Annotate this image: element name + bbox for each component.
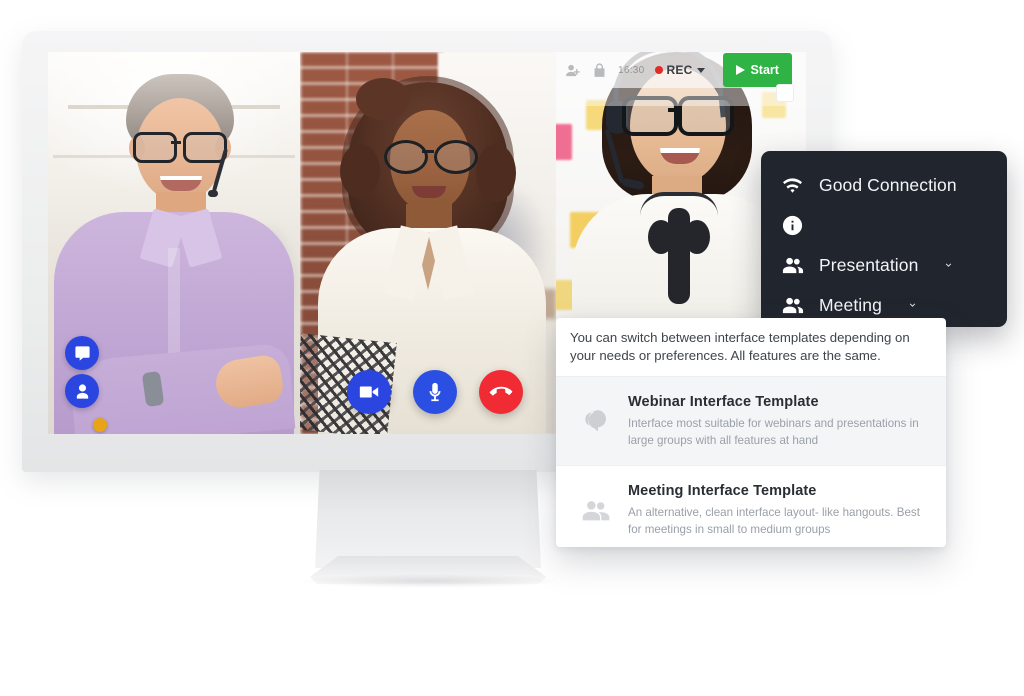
meeting-timer: 16:30 bbox=[618, 64, 645, 76]
presentation-label: Presentation bbox=[819, 254, 919, 275]
templates-description: You can switch between interface templat… bbox=[570, 330, 910, 363]
template-option-webinar[interactable]: Webinar Interface Template Interface mos… bbox=[556, 376, 946, 466]
tile-3-glasses-bridge bbox=[668, 108, 682, 112]
play-icon bbox=[736, 65, 746, 75]
sticky-note bbox=[556, 124, 572, 160]
settings-row-presentation[interactable]: Presentation bbox=[761, 245, 1007, 285]
tile-3-neck-tie bbox=[668, 208, 690, 304]
participants-button[interactable] bbox=[65, 374, 107, 432]
side-action-buttons bbox=[65, 336, 107, 432]
chat-bubbles-icon bbox=[580, 406, 612, 438]
microphone-icon bbox=[429, 382, 441, 402]
tile-1-glasses-bridge bbox=[171, 141, 181, 144]
tile-2-glasses bbox=[384, 140, 478, 174]
monitor-base-shadow bbox=[300, 574, 558, 588]
interface-templates-dropdown: You can switch between interface templat… bbox=[556, 318, 946, 547]
toolbar-chip[interactable] bbox=[776, 84, 794, 102]
chevron-down-icon[interactable] bbox=[697, 67, 706, 73]
info-icon bbox=[781, 214, 804, 237]
template-title: Webinar Interface Template bbox=[628, 394, 819, 411]
tile-2-curl-right bbox=[476, 144, 516, 202]
template-option-meeting[interactable]: Meeting Interface Template An alternativ… bbox=[556, 465, 946, 547]
tile-2-curl-left bbox=[340, 144, 380, 198]
connection-status-label: Good Connection bbox=[819, 174, 957, 195]
settings-row-info[interactable] bbox=[761, 205, 1007, 245]
call-controls bbox=[347, 370, 523, 414]
settings-row-connection[interactable]: Good Connection bbox=[761, 165, 1007, 205]
microphone-button[interactable] bbox=[413, 370, 457, 414]
chevron-down-icon[interactable] bbox=[906, 299, 919, 312]
people-icon bbox=[781, 254, 804, 277]
person-icon bbox=[76, 383, 88, 399]
start-button[interactable]: Start bbox=[723, 53, 792, 87]
notification-badge bbox=[93, 418, 107, 432]
start-label: Start bbox=[750, 63, 779, 77]
people-icon bbox=[781, 294, 804, 317]
chevron-down-icon[interactable] bbox=[942, 259, 955, 272]
meeting-toolbar: 16:30 REC Start bbox=[556, 52, 806, 88]
template-title: Meeting Interface Template bbox=[628, 483, 817, 500]
video-camera-icon bbox=[359, 386, 379, 398]
connection-settings-panel: Good Connection Presentation Meeting bbox=[761, 151, 1007, 327]
tile-1-headset-mic bbox=[208, 190, 218, 197]
wifi-icon bbox=[781, 174, 804, 197]
add-user-icon[interactable] bbox=[564, 62, 581, 79]
toolbar-subbar bbox=[556, 88, 806, 106]
meeting-label: Meeting bbox=[819, 294, 882, 315]
end-call-button[interactable] bbox=[479, 370, 523, 414]
record-label: REC bbox=[666, 63, 693, 77]
chat-bubble-icon bbox=[74, 345, 90, 361]
lock-icon[interactable] bbox=[591, 62, 608, 79]
template-description: An alternative, clean interface layout- … bbox=[628, 506, 920, 536]
phone-hangup-icon bbox=[489, 386, 513, 396]
record-button[interactable]: REC bbox=[654, 63, 706, 77]
two-people-icon bbox=[580, 495, 612, 527]
tile-1-glasses bbox=[133, 132, 227, 163]
scene: 16:30 REC Start Good Connection Presenta… bbox=[0, 0, 1024, 696]
chat-button[interactable] bbox=[65, 336, 99, 370]
tile-2-curl-top bbox=[356, 78, 410, 120]
monitor-stand bbox=[315, 470, 541, 568]
camera-button[interactable] bbox=[347, 370, 391, 414]
tile-2-glasses-bridge bbox=[422, 150, 434, 153]
record-dot-icon bbox=[654, 66, 663, 74]
template-description: Interface most suitable for webinars and… bbox=[628, 417, 919, 447]
